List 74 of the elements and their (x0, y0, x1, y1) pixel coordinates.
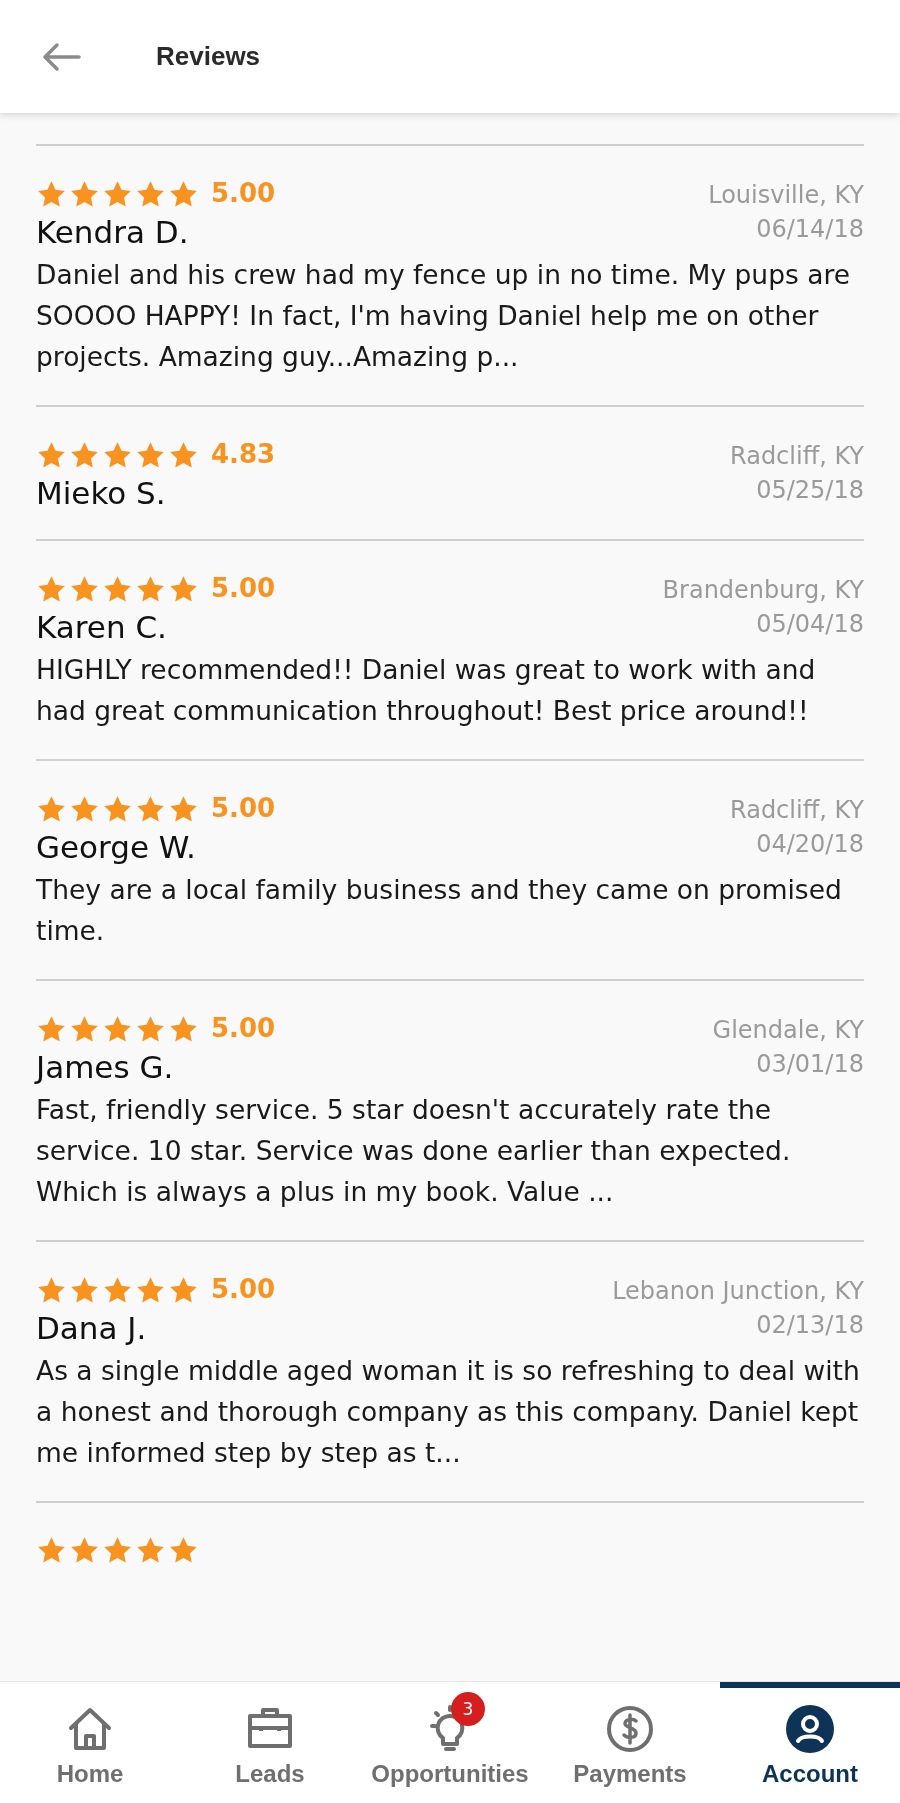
reviewer-name: Karen C. (36, 609, 168, 645)
review-location: Lebanon Junction, KY (612, 1276, 864, 1307)
star-icon (69, 793, 100, 823)
review-text: Daniel and his crew had my fence up in no time. My pups are SOOOO HAPPY! In fact, I'm having Daniel help me on other projects. Amazing guy...Amazing p... (36, 258, 852, 374)
star-icon (36, 1013, 67, 1043)
review-date: 06/14/18 (755, 214, 864, 245)
star-icon (36, 178, 67, 208)
review-date: 04/20/18 (755, 829, 864, 860)
star-icon (168, 1274, 199, 1304)
nav-tab[interactable]: Home (0, 1682, 180, 1803)
star-icon (69, 1013, 100, 1043)
review-location: Louisville, KY (708, 180, 864, 211)
reviewer-name: Kendra D. (36, 214, 190, 250)
star-icon (135, 178, 166, 208)
rating-value: 4.83 (211, 439, 276, 469)
review-location: Brandenburg, KY (662, 575, 864, 606)
star-icon (69, 1535, 100, 1564)
star-icon (102, 573, 133, 603)
page-title: Reviews (156, 41, 261, 72)
star-icon (36, 1535, 67, 1564)
star-icon (36, 793, 67, 823)
review-date: 03/01/18 (755, 1049, 864, 1080)
star-icon (168, 573, 199, 603)
star-icon (69, 178, 100, 208)
star-icon (135, 1013, 166, 1043)
star-icon (69, 573, 100, 603)
star-icon (36, 1274, 67, 1304)
reviewer-name: Dana J. (36, 1310, 148, 1346)
review-text: They are a local family business and they came on promised time. (36, 873, 843, 948)
star-icon (168, 793, 199, 823)
star-icon (135, 1274, 166, 1304)
rating-value: 5.00 (211, 573, 276, 603)
reviewer-name: James G. (36, 1049, 175, 1085)
notification-badge: 3 (451, 1691, 485, 1726)
star-icon (36, 439, 67, 469)
star-icon (102, 1013, 133, 1043)
star-icon (135, 1535, 166, 1564)
review-date: 02/13/18 (755, 1310, 864, 1341)
star-icon (168, 439, 199, 469)
star-icon (168, 1013, 199, 1043)
reviewer-name: George W. (36, 829, 197, 865)
rating-value: 5.00 (211, 1274, 276, 1304)
star-icon (168, 1535, 199, 1564)
user-icon (785, 1703, 835, 1754)
nav-tab[interactable]: 3 Opportunities (360, 1682, 540, 1803)
dollar-icon (605, 1703, 655, 1754)
review-date: 05/25/18 (755, 475, 864, 506)
nav-tab[interactable]: Leads (180, 1682, 360, 1803)
rating-value: 5.00 (211, 178, 276, 208)
star-icon (168, 178, 199, 208)
star-icon (102, 793, 133, 823)
review-location: Radcliff, KY (730, 795, 864, 826)
rating-value: 5.00 (211, 1013, 276, 1043)
star-icon (135, 573, 166, 603)
star-icon (102, 1535, 133, 1564)
review-date: 05/04/18 (755, 609, 864, 640)
review-text: HIGHLY recommended!! Daniel was great to work with and had great communication throughout! Best price around!! (36, 653, 817, 728)
review-text: Fast, friendly service. 5 star doesn't accurately rate the service. 10 star. Service was done earlier than expected. Which is always a plus in my book. Value ... (36, 1093, 792, 1209)
reviewer-name: Mieko S. (36, 475, 167, 511)
nav-tab[interactable]: Payments (540, 1682, 720, 1803)
back-arrow-icon[interactable] (41, 41, 81, 72)
review-text: As a single middle aged woman it is so refreshing to deal with a honest and thorough company as this company. Daniel kept me informed step by step as t... (36, 1354, 861, 1470)
star-icon (69, 439, 100, 469)
review-location: Radcliff, KY (730, 441, 864, 472)
star-icon (69, 1274, 100, 1304)
star-icon (135, 793, 166, 823)
star-icon (135, 439, 166, 469)
star-icon (102, 1274, 133, 1304)
star-icon (102, 439, 133, 469)
star-icon (102, 178, 133, 208)
review-location: Glendale, KY (712, 1015, 864, 1046)
star-icon (36, 573, 67, 603)
nav-tab[interactable]: Account (720, 1682, 900, 1803)
rating-value: 5.00 (211, 793, 276, 823)
